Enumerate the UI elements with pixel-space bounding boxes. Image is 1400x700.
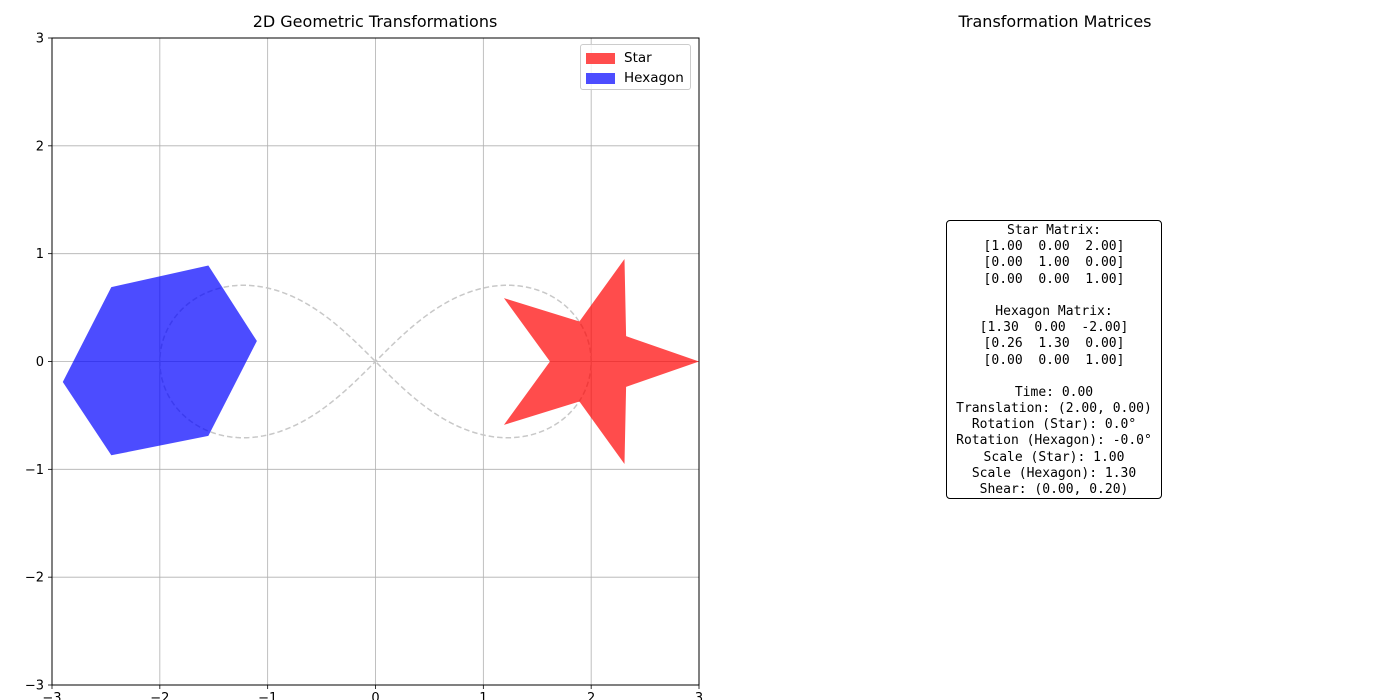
matrix-line: Shear: (0.00, 0.20) <box>979 482 1129 497</box>
y-tick-label: 1 <box>36 247 44 262</box>
legend-item-star: Star <box>586 50 652 66</box>
matrix-line: [0.00 0.00 1.00] <box>983 352 1125 368</box>
matrix-info-box: Star Matrix: [1.00 0.00 2.00] [0.00 1.00… <box>946 220 1162 499</box>
legend: Star Hexagon <box>580 44 691 90</box>
y-tick-label: 3 <box>36 32 44 47</box>
y-tick-label: 2 <box>36 139 44 154</box>
y-tick-label: −3 <box>25 679 44 694</box>
matrix-line: Rotation (Star): 0.0° <box>971 417 1137 433</box>
y-tick-label: −1 <box>25 463 44 478</box>
matrix-line: Translation: (2.00, 0.00) <box>956 401 1152 417</box>
legend-label-hexagon: Hexagon <box>624 70 684 86</box>
matrix-line: Rotation (Hexagon): -0.0° <box>956 433 1152 449</box>
x-tick-label: 1 <box>479 691 487 700</box>
matrix-line: [1.30 0.00 -2.00] <box>979 320 1129 336</box>
x-tick-label: −2 <box>150 691 169 700</box>
matrix-line: Scale (Hexagon): 1.30 <box>971 465 1137 481</box>
matrix-line: [0.26 1.30 0.00] <box>983 336 1125 352</box>
matrix-line: [1.00 0.00 2.00] <box>983 239 1125 255</box>
y-tick-label: 0 <box>36 355 44 370</box>
x-tick-label: 0 <box>371 691 379 700</box>
x-tick-label: −1 <box>258 691 277 700</box>
legend-label-star: Star <box>624 50 652 66</box>
matrix-line: [0.00 1.00 0.00] <box>983 255 1125 271</box>
matrix-line: Star Matrix: <box>1007 223 1101 238</box>
matrix-line: Time: 0.00 <box>1014 384 1094 400</box>
matrix-line: Scale (Star): 1.00 <box>983 449 1125 465</box>
legend-item-hexagon: Hexagon <box>586 70 684 86</box>
x-tick-label: 2 <box>587 691 595 700</box>
matrix-line <box>947 369 1161 385</box>
legend-swatch-star <box>586 52 615 64</box>
hexagon-shape <box>62 265 257 456</box>
matrix-line: [0.00 0.00 1.00] <box>983 271 1125 287</box>
matrix-line <box>947 288 1161 304</box>
matrix-line: Hexagon Matrix: <box>995 303 1113 319</box>
legend-swatch-hexagon <box>586 72 615 84</box>
y-tick-label: −2 <box>25 571 44 586</box>
transformations-plot: −3 −2 −1 0 1 2 3 −3 −2 −1 0 1 2 3 <box>25 32 703 700</box>
x-tick-label: −3 <box>42 691 61 700</box>
x-tick-label: 3 <box>695 691 703 700</box>
